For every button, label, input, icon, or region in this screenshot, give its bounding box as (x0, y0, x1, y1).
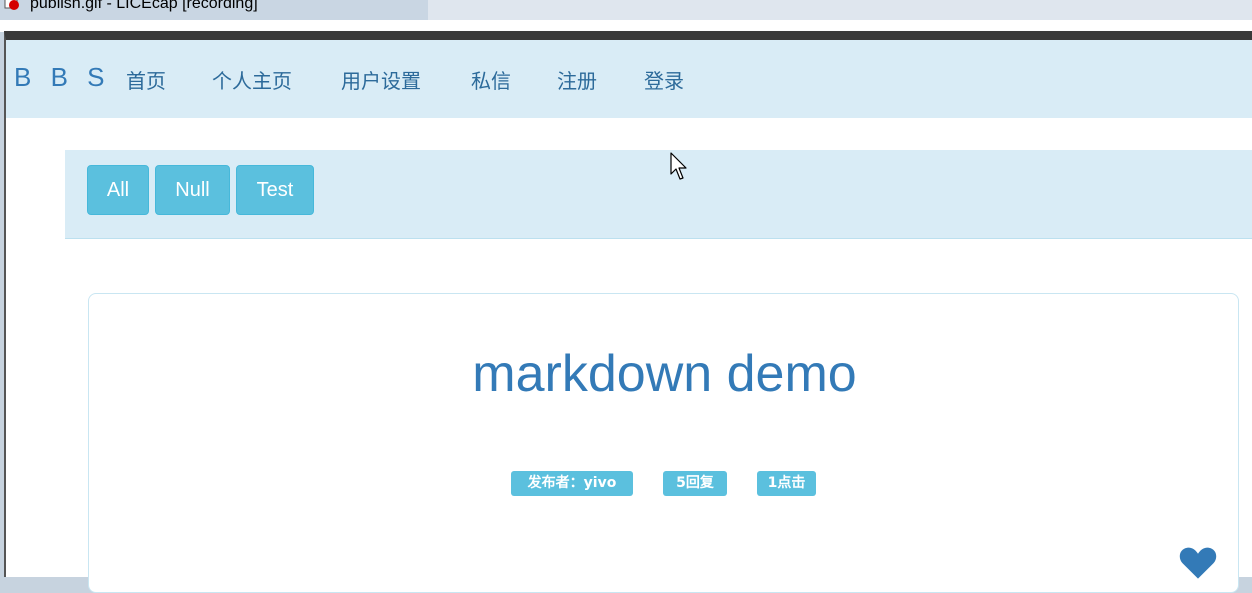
nav-login[interactable]: 登录 (644, 65, 684, 94)
nav-profile[interactable]: 个人主页 (212, 65, 292, 94)
recorder-title-bar: publish.gif - LICEcap [recording] (0, 0, 1252, 20)
clicks-badge: 1点击 (757, 471, 816, 496)
recorder-title: publish.gif - LICEcap [recording] (30, 0, 258, 12)
heart-icon[interactable] (1179, 544, 1217, 580)
brand-logo[interactable]: B B S (14, 62, 110, 93)
filter-null-button[interactable]: Null (155, 165, 230, 215)
nav-user-settings[interactable]: 用户设置 (341, 65, 421, 94)
category-filter-panel: All Null Test (65, 150, 1252, 239)
nav-messages[interactable]: 私信 (471, 65, 511, 94)
filter-all-button[interactable]: All (87, 165, 149, 215)
nav-home[interactable]: 首页 (126, 65, 166, 94)
post-card: markdown demo 发布者：yivo 5回复 1点击 (88, 293, 1239, 593)
post-title[interactable]: markdown demo (89, 344, 1240, 404)
nav-register[interactable]: 注册 (557, 65, 597, 94)
author-badge: 发布者：yivo (511, 471, 633, 496)
replies-badge: 5回复 (663, 471, 727, 496)
filter-test-button[interactable]: Test (236, 165, 314, 215)
navbar: B B S 首页 个人主页 用户设置 私信 注册 登录 (6, 40, 1252, 118)
recorder-title-right (428, 0, 1252, 20)
record-icon (4, 0, 19, 10)
mouse-cursor-icon (670, 152, 687, 180)
